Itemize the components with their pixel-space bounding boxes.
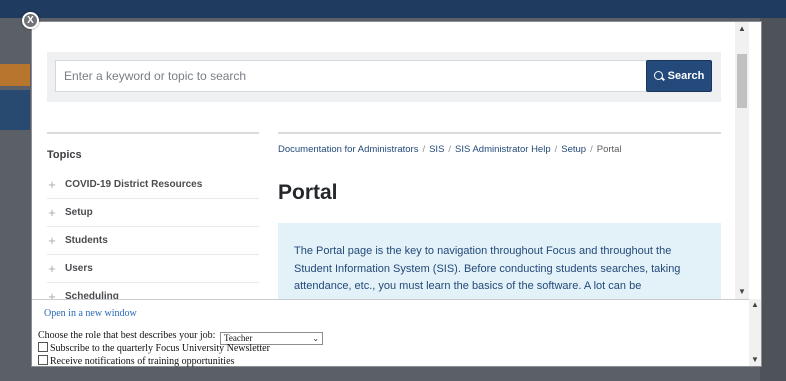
training-label: Receive notifications of training opport… <box>50 356 235 367</box>
plus-icon: + <box>48 233 56 248</box>
chevron-down-icon: ⌄ <box>312 334 319 343</box>
training-checkbox[interactable] <box>38 355 48 365</box>
preferences-form: Open in a new window Choose the role tha… <box>32 299 761 367</box>
background-sidebar <box>760 18 786 381</box>
plus-icon: + <box>48 177 56 192</box>
search-input[interactable]: Enter a keyword or topic to search <box>55 60 647 92</box>
breadcrumb: Documentation for Administrators / SIS / SIS… <box>278 144 622 155</box>
breadcrumb-current: Portal <box>596 144 622 155</box>
help-modal: Enter a keyword or topic to search Searc… <box>31 21 762 367</box>
search-icon <box>653 71 663 80</box>
page-title: Portal <box>278 181 338 204</box>
newsletter-checkbox[interactable] <box>38 342 48 352</box>
topic-item-scheduling[interactable]: + Scheduling <box>47 283 259 299</box>
topic-label: COVID-19 District Resources <box>65 179 203 190</box>
scroll-thumb[interactable] <box>737 54 747 108</box>
topic-label: Setup <box>65 207 93 218</box>
topic-label: Scheduling <box>65 291 119 299</box>
newsletter-label: Subscribe to the quarterly Focus Univers… <box>50 343 270 354</box>
close-icon[interactable]: X <box>22 12 39 29</box>
divider <box>47 132 259 134</box>
topic-item-users[interactable]: + Users <box>47 255 259 283</box>
plus-icon: + <box>48 261 56 276</box>
form-scrollbar[interactable]: ▲ ▼ <box>749 299 761 366</box>
topic-item-covid[interactable]: + COVID-19 District Resources <box>47 171 259 199</box>
frame-scrollbar[interactable]: ▲ ▼ <box>735 22 749 299</box>
topic-label: Users <box>65 263 93 274</box>
topic-item-students[interactable]: + Students <box>47 227 259 255</box>
search-button-label: Search <box>667 70 705 82</box>
topics-sidebar: Topics + COVID-19 District Resources + Set… <box>47 132 259 299</box>
scroll-down-icon[interactable]: ▼ <box>735 285 749 299</box>
breadcrumb-link[interactable]: SIS Administrator Help <box>455 144 551 155</box>
plus-icon: + <box>48 205 56 220</box>
intro-text: The Portal page is the key to navigation… <box>278 223 721 299</box>
search-panel: Enter a keyword or topic to search Searc… <box>47 52 721 102</box>
background-tab <box>0 64 30 86</box>
topic-label: Students <box>65 235 108 246</box>
newsletter-row: Subscribe to the quarterly Focus Univers… <box>38 342 270 354</box>
scroll-up-icon[interactable]: ▲ <box>735 22 749 36</box>
article-content: Documentation for Administrators / SIS / SIS… <box>278 132 721 299</box>
breadcrumb-link[interactable]: SIS <box>429 144 444 155</box>
training-row: Receive notifications of training opport… <box>38 355 234 367</box>
open-new-window-link[interactable]: Open in a new window <box>44 308 137 319</box>
breadcrumb-link[interactable]: Setup <box>561 144 586 155</box>
scroll-up-icon[interactable]: ▲ <box>749 299 761 311</box>
scroll-down-icon[interactable]: ▼ <box>749 354 761 366</box>
role-label: Choose the role that best describes your… <box>38 330 216 341</box>
topic-item-setup[interactable]: + Setup <box>47 199 259 227</box>
breadcrumb-link[interactable]: Documentation for Administrators <box>278 144 418 155</box>
topics-heading: Topics <box>47 149 82 161</box>
plus-icon: + <box>48 289 56 299</box>
background-panel <box>0 90 30 130</box>
background-header <box>0 0 786 18</box>
help-frame: Enter a keyword or topic to search Searc… <box>32 22 735 299</box>
search-button[interactable]: Search <box>646 60 712 92</box>
divider <box>278 132 721 134</box>
